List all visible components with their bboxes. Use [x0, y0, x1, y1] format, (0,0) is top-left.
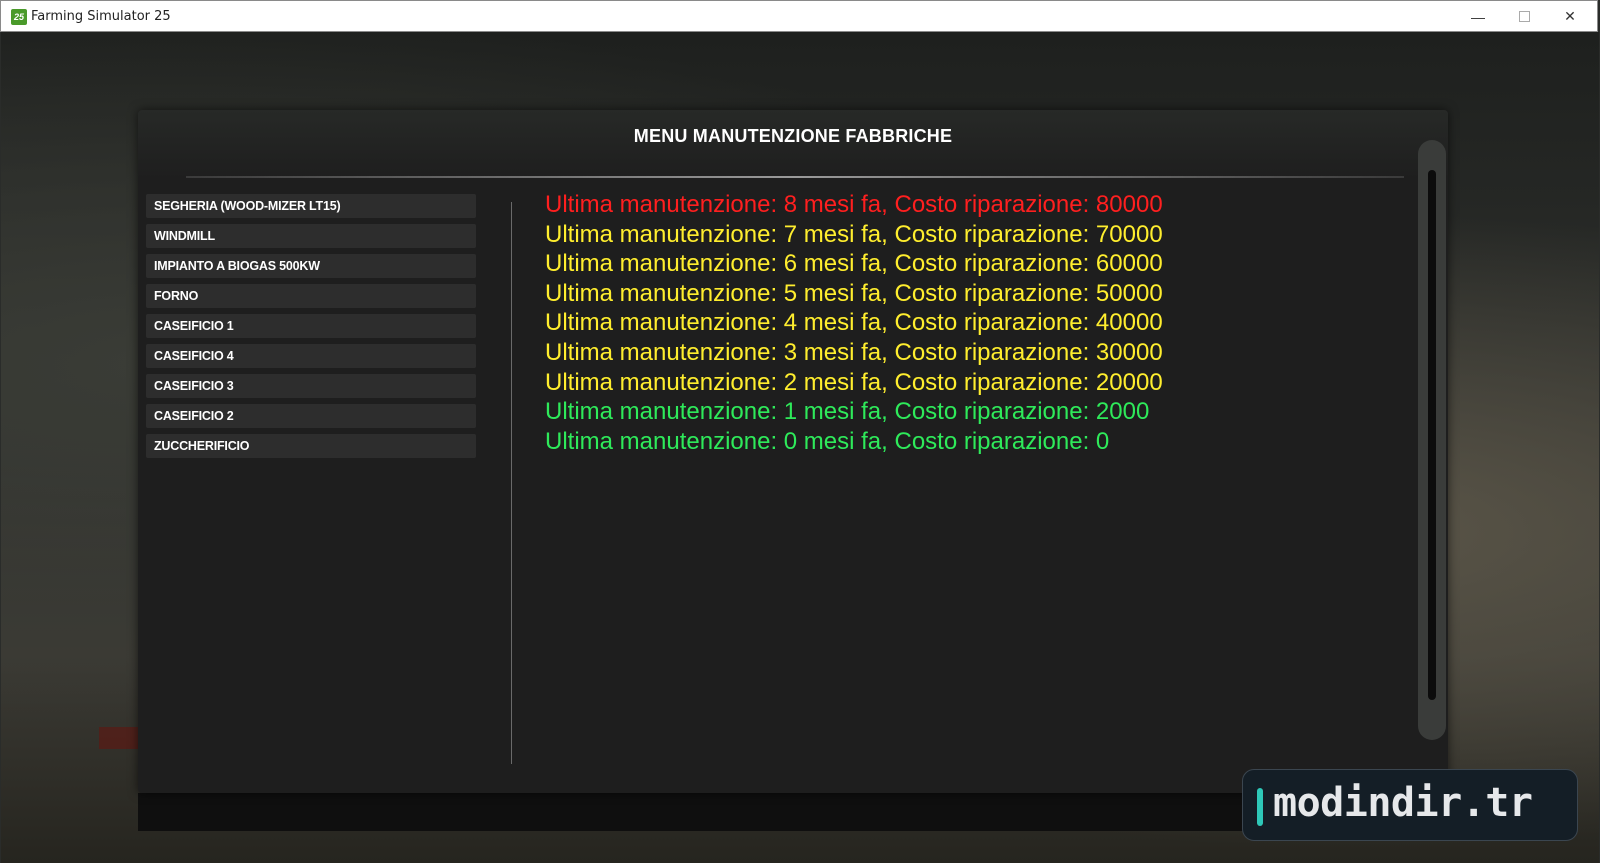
maintenance-line: Ultima manutenzione: 1 mesi fa, Costo ri… [545, 398, 1150, 426]
app-icon: 25 [11, 9, 27, 25]
maintenance-line: Ultima manutenzione: 6 mesi fa, Costo ri… [545, 250, 1163, 278]
close-button[interactable]: ✕ [1547, 1, 1593, 32]
factory-item[interactable]: WINDMILL [146, 224, 476, 248]
factory-item[interactable]: CASEIFICIO 1 [146, 314, 476, 338]
minimize-button[interactable]: — [1455, 1, 1501, 32]
maintenance-dialog: MENU MANUTENZIONE FABBRICHE SEGHERIA (WO… [138, 110, 1448, 793]
factory-item[interactable]: CASEIFICIO 3 [146, 374, 476, 398]
header-divider [186, 176, 1404, 178]
maximize-icon [1518, 11, 1530, 22]
factory-item[interactable]: ZUCCHERIFICIO [146, 434, 476, 458]
maintenance-line: Ultima manutenzione: 2 mesi fa, Costo ri… [545, 368, 1163, 396]
scrollbar-track[interactable] [1428, 170, 1436, 700]
maintenance-line: Ultima manutenzione: 3 mesi fa, Costo ri… [545, 338, 1163, 366]
maintenance-line: Ultima manutenzione: 0 mesi fa, Costo ri… [545, 427, 1110, 455]
watermark-accent-bar [1257, 788, 1263, 826]
maintenance-list: Ultima manutenzione: 8 mesi fa, Costo ri… [545, 190, 1405, 456]
watermark-logo: modindir.tr [1242, 769, 1578, 841]
factory-item[interactable]: IMPIANTO A BIOGAS 500KW [146, 254, 476, 278]
window-titlebar: 25 Farming Simulator 25 — ✕ [0, 0, 1598, 32]
factory-item[interactable]: CASEIFICIO 4 [146, 344, 476, 368]
factory-item[interactable]: CASEIFICIO 2 [146, 404, 476, 428]
maintenance-line: Ultima manutenzione: 7 mesi fa, Costo ri… [545, 220, 1163, 248]
background-object [99, 727, 139, 749]
maintenance-line: Ultima manutenzione: 5 mesi fa, Costo ri… [545, 279, 1163, 307]
scrollbar[interactable] [1418, 140, 1448, 740]
panel-divider [511, 202, 512, 764]
factory-item[interactable]: FORNO [146, 284, 476, 308]
factory-item[interactable]: SEGHERIA (WOOD-MIZER LT15) [146, 194, 476, 218]
dialog-title: MENU MANUTENZIONE FABBRICHE [633, 126, 953, 146]
maintenance-line: Ultima manutenzione: 4 mesi fa, Costo ri… [545, 309, 1163, 337]
factory-list: SEGHERIA (WOOD-MIZER LT15) WINDMILL IMPIAN… [146, 194, 476, 464]
maintenance-line: Ultima manutenzione: 8 mesi fa, Costo ri… [545, 191, 1163, 218]
watermark-text: modindir.tr [1273, 780, 1533, 826]
window-title: Farming Simulator 25 [31, 9, 171, 24]
maximize-button[interactable] [1501, 1, 1547, 32]
